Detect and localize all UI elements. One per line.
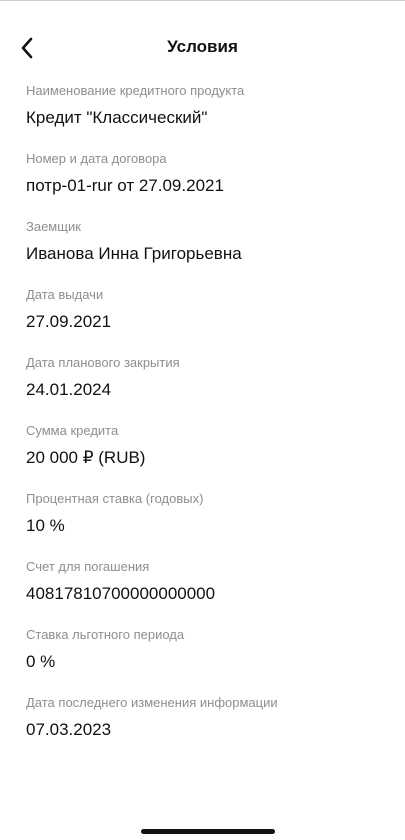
field-value: 24.01.2024 [26,380,112,399]
field-repayment-account: Счет для погашения 40817810700000000000 [26,558,386,626]
field-label: Заемщик [26,219,81,234]
field-label: Дата последнего изменения информации [26,695,278,710]
field-label: Ставка льготного периода [26,627,185,642]
field-value: 10 % [26,516,65,535]
home-indicator[interactable] [141,829,275,834]
loan-terms-screen: Условия Наименование кредитного продукта… [0,0,405,840]
field-loan-amount: Сумма кредита 20 000 ₽ (RUB) [26,422,386,490]
field-borrower: Заемщик Иванова Инна Григорьевна [26,218,386,286]
field-value: Иванова Инна Григорьевна [26,244,242,263]
field-value: 0 % [26,652,56,671]
field-value: Кредит "Классический" [26,108,208,127]
field-value: потр-01-rur от 27.09.2021 [26,176,224,195]
field-last-modified-date: Дата последнего изменения информации 07.… [26,694,386,762]
field-contract-number-date: Номер и дата договора потр-01-rur от 27.… [26,150,386,218]
field-planned-close-date: Дата планового закрытия 24.01.2024 [26,354,386,422]
field-label: Номер и дата договора [26,151,167,166]
page-title: Условия [167,37,238,56]
nav-bar: Условия [0,1,405,65]
field-label: Процентная ставка (годовых) [26,491,204,506]
field-label: Дата выдачи [26,287,104,302]
field-value: 07.03.2023 [26,720,112,739]
field-interest-rate: Процентная ставка (годовых) 10 % [26,490,386,558]
field-issue-date: Дата выдачи 27.09.2021 [26,286,386,354]
field-value: 20 000 ₽ (RUB) [26,448,146,467]
field-value: 40817810700000000000 [26,584,216,603]
field-label: Наименование кредитного продукта [26,83,245,98]
field-grace-period-rate: Ставка льготного периода 0 % [26,626,386,694]
terms-list: Наименование кредитного продукта Кредит … [26,82,386,762]
field-label: Сумма кредита [26,423,119,438]
field-label: Дата планового закрытия [26,355,180,370]
field-label: Счет для погашения [26,559,150,574]
field-product-name: Наименование кредитного продукта Кредит … [26,82,386,150]
field-value: 27.09.2021 [26,312,112,331]
